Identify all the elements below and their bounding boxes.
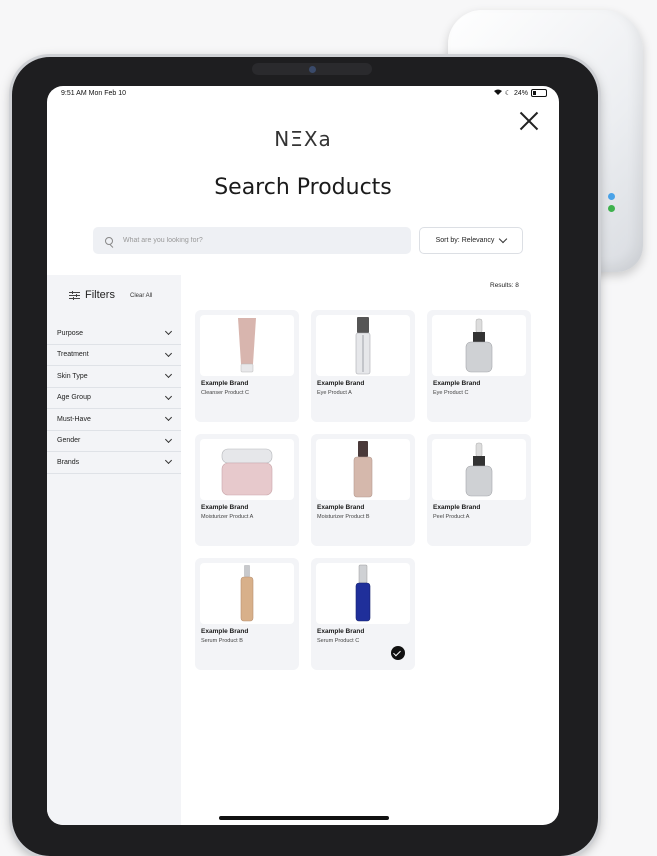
- product-image: [200, 439, 294, 500]
- product-image: [432, 315, 526, 376]
- search-icon: [105, 236, 113, 245]
- product-brand: Example Brand: [201, 504, 249, 511]
- product-card[interactable]: Example Brand Eye Product C: [427, 310, 531, 422]
- filter-must-have[interactable]: Must-Have: [47, 409, 181, 431]
- product-brand: Example Brand: [433, 380, 481, 387]
- status-bar: 9:51 AM Mon Feb 10 ☾ 24%: [47, 86, 559, 102]
- chevron-down-icon: [164, 371, 173, 379]
- filters-title: Filters: [85, 289, 115, 301]
- filter-list: Purpose Treatment Skin Type Age Group Mu…: [47, 323, 181, 474]
- chevron-down-icon: [164, 435, 173, 443]
- product-name: Serum Product C: [317, 638, 360, 644]
- home-indicator[interactable]: [219, 816, 389, 820]
- product-image: [200, 315, 294, 376]
- product-name: Eye Product C: [433, 390, 469, 396]
- product-brand: Example Brand: [201, 628, 249, 635]
- filter-brands[interactable]: Brands: [47, 452, 181, 474]
- chevron-down-icon: [164, 457, 173, 465]
- product-image: [200, 563, 294, 624]
- product-name: Eye Product A: [317, 390, 352, 396]
- status-indicators: ☾ 24%: [493, 89, 547, 97]
- battery-percent: 24%: [513, 89, 528, 97]
- filter-label: Treatment: [57, 351, 89, 359]
- status-time: 9:51 AM Mon Feb 10: [61, 90, 126, 97]
- product-name: Peel Product A: [433, 514, 470, 520]
- product-card[interactable]: Example Brand Serum Product B: [195, 558, 299, 670]
- tablet-frame: 9:51 AM Mon Feb 10 ☾ 24% NΞXa Search Pro…: [12, 57, 598, 856]
- filter-purpose[interactable]: Purpose: [47, 323, 181, 345]
- product-card[interactable]: Example Brand Moisturizer Product A: [195, 434, 299, 546]
- product-card[interactable]: Example Brand Cleanser Product C: [195, 310, 299, 422]
- sliders-icon: [69, 290, 80, 300]
- chevron-down-icon: [499, 234, 508, 244]
- moon-icon: ☾: [504, 90, 511, 97]
- filters-header: Filters: [69, 289, 115, 301]
- product-image: [316, 315, 410, 376]
- search-bar[interactable]: [93, 227, 411, 254]
- filter-gender[interactable]: Gender: [47, 431, 181, 452]
- filter-label: Gender: [57, 437, 81, 445]
- product-image: [316, 563, 410, 624]
- brand-logo: NΞXa: [274, 127, 332, 151]
- chevron-down-icon: [164, 414, 173, 422]
- product-name: Serum Product B: [201, 638, 243, 644]
- filter-treatment[interactable]: Treatment: [47, 345, 181, 366]
- product-brand: Example Brand: [201, 380, 249, 387]
- battery-icon: [531, 89, 547, 97]
- blue-led-icon: [608, 193, 615, 200]
- selected-check-icon[interactable]: [391, 646, 405, 660]
- product-image: [316, 439, 410, 500]
- chevron-down-icon: [164, 392, 173, 400]
- sort-label: Sort by: Relevancy: [435, 237, 495, 244]
- clear-all-button[interactable]: Clear All: [130, 293, 152, 299]
- product-brand: Example Brand: [433, 504, 481, 511]
- filter-label: Must-Have: [57, 415, 91, 423]
- page-title: Search Products: [214, 175, 392, 200]
- filter-label: Skin Type: [57, 372, 88, 380]
- product-brand: Example Brand: [317, 380, 365, 387]
- green-led-icon: [608, 205, 615, 212]
- product-card[interactable]: Example Brand Moisturizer Product B: [311, 434, 415, 546]
- product-name: Moisturizer Product B: [317, 514, 370, 520]
- product-brand: Example Brand: [317, 628, 365, 635]
- product-card[interactable]: Example Brand Serum Product C: [311, 558, 415, 670]
- product-name: Cleanser Product C: [201, 390, 249, 396]
- camera-icon: [309, 66, 316, 73]
- filter-label: Brands: [57, 458, 80, 466]
- chevron-down-icon: [164, 349, 173, 357]
- sort-dropdown[interactable]: Sort by: Relevancy: [419, 227, 523, 254]
- wifi-icon: [493, 89, 502, 97]
- filter-skin-type[interactable]: Skin Type: [47, 366, 181, 388]
- search-input[interactable]: [121, 236, 385, 245]
- product-card[interactable]: Example Brand Eye Product A: [311, 310, 415, 422]
- product-image: [432, 439, 526, 500]
- app-screen: 9:51 AM Mon Feb 10 ☾ 24% NΞXa Search Pro…: [47, 86, 559, 825]
- results-count: Results: 8: [490, 282, 519, 289]
- product-name: Moisturizer Product A: [201, 514, 254, 520]
- filter-age-group[interactable]: Age Group: [47, 388, 181, 409]
- filter-label: Purpose: [57, 329, 84, 337]
- filters-sidebar: Filters Clear All Purpose Treatment Skin…: [47, 275, 181, 825]
- product-card[interactable]: Example Brand Peel Product A: [427, 434, 531, 546]
- chevron-down-icon: [164, 328, 173, 336]
- close-icon[interactable]: [519, 111, 539, 131]
- filter-label: Age Group: [57, 394, 91, 402]
- product-brand: Example Brand: [317, 504, 365, 511]
